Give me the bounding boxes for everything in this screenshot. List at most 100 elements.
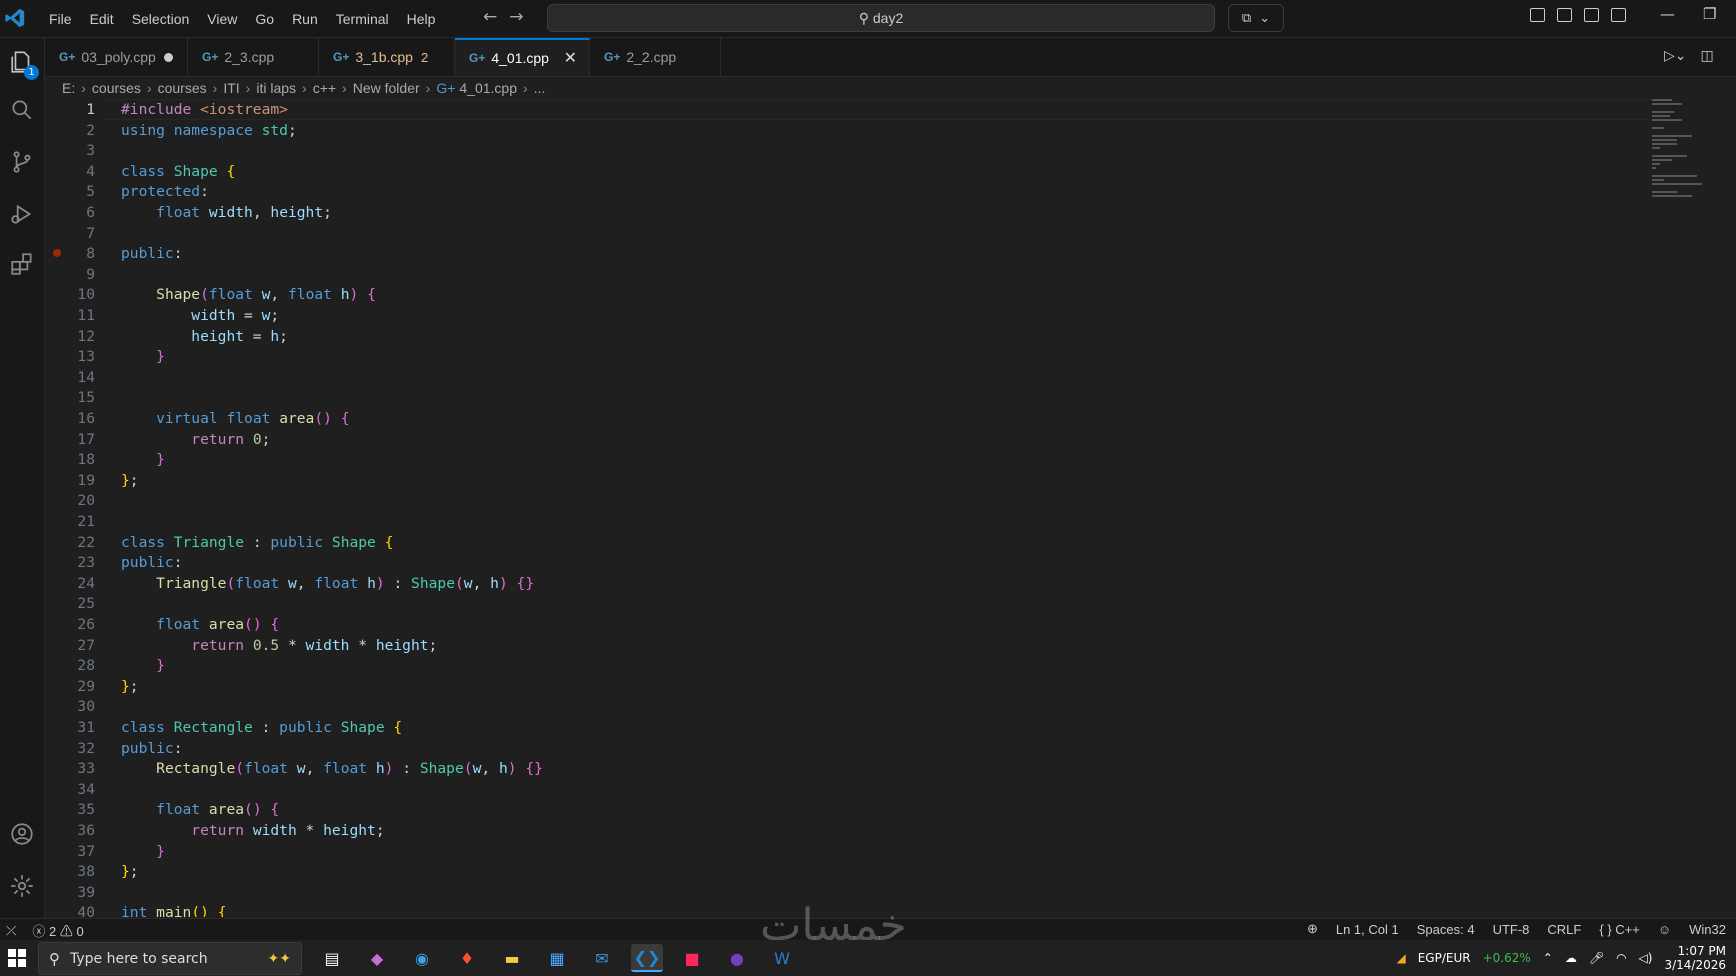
volume-icon[interactable]: ◁) bbox=[1639, 951, 1653, 965]
code-line[interactable]: 9 bbox=[45, 264, 1645, 285]
code-text[interactable]: } bbox=[121, 841, 165, 862]
code-line[interactable]: 2 using namespace std; bbox=[45, 120, 1645, 141]
jetbrains-icon[interactable]: ■ bbox=[676, 944, 708, 972]
code-text[interactable]: }; bbox=[121, 676, 139, 697]
word-icon[interactable]: W bbox=[766, 944, 798, 972]
run-debug-icon[interactable] bbox=[6, 198, 38, 230]
task-view-icon[interactable]: ▤ bbox=[316, 944, 348, 972]
code-line[interactable]: 4 class Shape { bbox=[45, 161, 1645, 182]
code-text[interactable]: return 0; bbox=[121, 429, 270, 450]
code-text[interactable]: Shape(float w, float h) { bbox=[121, 284, 376, 305]
teams-icon[interactable]: ● bbox=[721, 944, 753, 972]
code-text[interactable]: float area() { bbox=[121, 614, 279, 635]
menu-help[interactable]: Help bbox=[398, 11, 445, 27]
problems-indicator[interactable]: ⓧ 2 ⚠ 0 bbox=[32, 921, 83, 940]
code-line[interactable]: 6 float width, height; bbox=[45, 202, 1645, 223]
code-line[interactable]: 24 Triangle(float w, float h) : Shape(w,… bbox=[45, 573, 1645, 594]
tab-4-01[interactable]: G+ 4_01.cpp ✕ bbox=[455, 38, 590, 76]
code-text[interactable]: }; bbox=[121, 470, 139, 491]
platform[interactable]: Win32 bbox=[1689, 922, 1726, 937]
code-line[interactable]: 8 public: bbox=[45, 243, 1645, 264]
brave-icon[interactable]: ♦ bbox=[451, 944, 483, 972]
code-line[interactable]: 10 Shape(float w, float h) { bbox=[45, 284, 1645, 305]
menu-go[interactable]: Go bbox=[246, 11, 283, 27]
code-line[interactable]: 27 return 0.5 * width * height; bbox=[45, 635, 1645, 656]
minimize-icon[interactable]: — bbox=[1660, 5, 1675, 23]
code-line[interactable]: 37 } bbox=[45, 841, 1645, 862]
code-line[interactable]: 31 class Rectangle : public Shape { bbox=[45, 717, 1645, 738]
code-line[interactable]: 20 bbox=[45, 490, 1645, 511]
clock[interactable]: 1:07 PM 3/14/2026 bbox=[1664, 944, 1726, 972]
tab-03-poly[interactable]: G+ 03_poly.cpp bbox=[45, 38, 188, 76]
code-line[interactable]: 17 return 0; bbox=[45, 429, 1645, 450]
code-text[interactable]: } bbox=[121, 346, 165, 367]
code-text[interactable]: } bbox=[121, 449, 165, 470]
tab-2-2[interactable]: G+ 2_2.cpp bbox=[590, 38, 721, 76]
code-text[interactable]: }; bbox=[121, 861, 139, 882]
menu-terminal[interactable]: Terminal bbox=[327, 11, 398, 27]
code-line[interactable]: 14 bbox=[45, 367, 1645, 388]
copilot-app-icon[interactable]: ◆ bbox=[361, 944, 393, 972]
close-icon[interactable]: ✕ bbox=[564, 48, 577, 68]
code-line[interactable]: 25 bbox=[45, 593, 1645, 614]
breadcrumb-item[interactable]: c++ bbox=[313, 80, 336, 96]
code-text[interactable]: class Rectangle : public Shape { bbox=[121, 717, 402, 738]
tab-2-3[interactable]: G+ 2_3.cpp bbox=[188, 38, 319, 76]
code-line[interactable]: 32 public: bbox=[45, 738, 1645, 759]
code-text[interactable]: } bbox=[121, 655, 165, 676]
breadcrumb-item[interactable]: E: bbox=[62, 80, 75, 96]
code-line[interactable]: 3 bbox=[45, 140, 1645, 161]
mail-icon[interactable]: ✉ bbox=[586, 944, 618, 972]
account-icon[interactable] bbox=[6, 818, 38, 850]
maximize-icon[interactable]: ❐ bbox=[1703, 5, 1716, 23]
breadcrumb-item[interactable]: courses bbox=[92, 80, 141, 96]
code-line[interactable]: 26 float area() { bbox=[45, 614, 1645, 635]
code-line[interactable]: 12 height = h; bbox=[45, 326, 1645, 347]
code-line[interactable]: 38}; bbox=[45, 861, 1645, 882]
code-line[interactable]: 23 public: bbox=[45, 552, 1645, 573]
code-text[interactable]: public: bbox=[121, 738, 183, 759]
menu-run[interactable]: Run bbox=[283, 11, 327, 27]
code-text[interactable]: virtual float area() { bbox=[121, 408, 349, 429]
split-editor-icon[interactable]: ◫ bbox=[1701, 48, 1714, 64]
code-text[interactable]: width = w; bbox=[121, 305, 279, 326]
code-line[interactable]: 11 width = w; bbox=[45, 305, 1645, 326]
code-line[interactable]: 5 protected: bbox=[45, 181, 1645, 202]
code-line[interactable]: 16 virtual float area() { bbox=[45, 408, 1645, 429]
code-text[interactable]: class Shape { bbox=[121, 161, 235, 182]
toggle-panel-icon[interactable] bbox=[1584, 8, 1599, 22]
toggle-sidebar-icon[interactable] bbox=[1557, 8, 1572, 22]
cursor-position[interactable]: Ln 1, Col 1 bbox=[1336, 922, 1399, 937]
code-line[interactable]: 35 float area() { bbox=[45, 799, 1645, 820]
code-text[interactable]: height = h; bbox=[121, 326, 288, 347]
code-line[interactable]: 33 Rectangle(float w, float h) : Shape(w… bbox=[45, 758, 1645, 779]
line-ending[interactable]: CRLF bbox=[1547, 922, 1581, 937]
menu-view[interactable]: View bbox=[198, 11, 246, 27]
show-hidden-icons[interactable]: ⌃ bbox=[1543, 951, 1553, 965]
code-line[interactable]: 34 bbox=[45, 779, 1645, 800]
file-explorer-icon[interactable]: ▬ bbox=[496, 944, 528, 972]
code-line[interactable]: 29}; bbox=[45, 676, 1645, 697]
ticker-pair[interactable]: EGP/EUR bbox=[1418, 951, 1471, 965]
wifi-icon[interactable]: ◠ bbox=[1616, 951, 1626, 965]
code-line[interactable]: 1 #include <iostream> bbox=[45, 99, 1655, 120]
customize-layout-icon[interactable] bbox=[1530, 8, 1545, 22]
encoding[interactable]: UTF-8 bbox=[1493, 922, 1530, 937]
code-text[interactable]: #include <iostream> bbox=[121, 99, 288, 120]
code-line[interactable]: 19}; bbox=[45, 470, 1645, 491]
settings-icon[interactable] bbox=[6, 870, 38, 902]
code-editor[interactable]: 1 #include <iostream> 2 using namespace std… bbox=[45, 99, 1655, 917]
code-line[interactable]: 7 bbox=[45, 223, 1645, 244]
forward-arrow-icon[interactable]: → bbox=[509, 7, 523, 27]
menu-edit[interactable]: Edit bbox=[81, 11, 123, 27]
back-arrow-icon[interactable]: ← bbox=[483, 7, 497, 27]
minimap[interactable] bbox=[1652, 99, 1722, 219]
source-control-icon[interactable] bbox=[6, 146, 38, 178]
edge-icon[interactable]: ◉ bbox=[406, 944, 438, 972]
code-text[interactable]: return 0.5 * width * height; bbox=[121, 635, 437, 656]
toggle-secondary-sidebar-icon[interactable] bbox=[1611, 8, 1626, 22]
zoom-icon[interactable]: ⊕ bbox=[1307, 921, 1318, 937]
copilot-status-icon[interactable]: ☺ bbox=[1658, 922, 1671, 937]
breadcrumb-item[interactable]: 4_01.cpp bbox=[459, 80, 517, 96]
language-mode[interactable]: { } C++ bbox=[1599, 922, 1640, 937]
